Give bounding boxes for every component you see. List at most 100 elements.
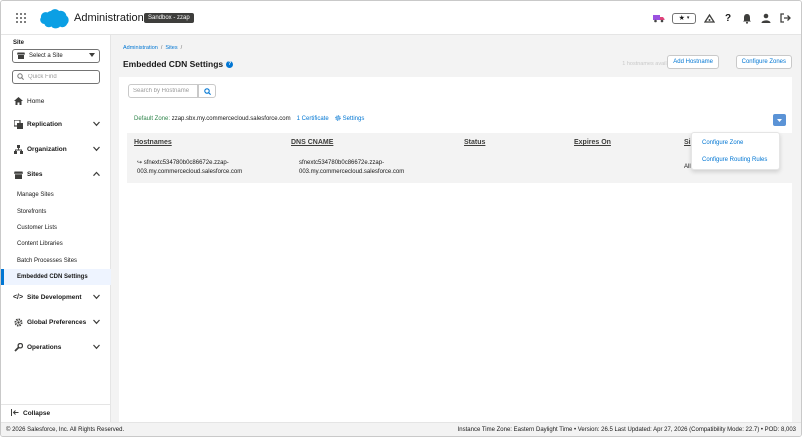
menu-item-configure-zone[interactable]: Configure Zone [702,140,743,146]
site-select-value: Select a Site [29,53,63,59]
wrench-icon [13,343,23,353]
quick-find-field[interactable] [12,70,100,84]
sidebar-item-embedded-cdn-settings[interactable]: Embedded CDN Settings [1,268,111,286]
column-header-site[interactable]: Si [684,139,691,146]
storefront-icon [17,52,25,61]
sidebar-item-operations[interactable]: Operations [1,335,111,360]
sidebar-item-site-development[interactable]: </> Site Development [1,285,111,310]
breadcrumb-separator: / [160,45,163,51]
app-window: Administration Sandbox - zzap ★ ▾ ? Site… [0,0,802,437]
default-zone: Default Zone: zzap.sbx.my.commercecloud.… [134,116,291,122]
sidebar-item-home[interactable]: Home [1,90,111,112]
sidebar-item-replication[interactable]: Replication [1,112,111,137]
collapse-sidebar-button[interactable]: Collapse [1,404,111,422]
chevron-down-icon [89,53,95,59]
sidebar-item-sites[interactable]: Sites [1,162,111,187]
column-header-expires-on[interactable]: Expires On [574,139,611,146]
column-header-hostnames[interactable]: Hostnames [134,139,172,146]
chevron-down-icon [93,344,100,351]
chevron-down-icon [93,146,100,153]
sidebar-nav: Home Replication Organization Sites Mana… [1,90,111,360]
default-zone-label: Default Zone: [134,116,171,122]
sidebar-item-label: Global Preferences [27,319,87,327]
collapse-icon [11,409,19,418]
sidebar-item-label: Home [27,97,45,105]
chevron-up-icon [93,171,100,178]
search-icon [17,72,24,82]
hostname-line-1: sfnextc534780b0c86672e.zzap- [143,160,229,166]
gear-icon [13,318,23,328]
sidebar-item-label: Sites [27,171,43,178]
certificate-link[interactable]: 1 Certificate [297,116,329,122]
main-content: Administration / Sites / Embedded CDN Se… [111,35,801,422]
favorites-button[interactable]: ★ ▾ [672,12,696,24]
home-icon [13,96,23,106]
footer-copyright: © 2026 Salesforce, Inc. All Rights Reser… [6,427,125,433]
chevron-down-icon [93,294,100,301]
gear-icon [334,115,341,123]
chevron-down-icon: ▾ [686,15,690,21]
chevron-down-icon [93,121,100,128]
quick-find-input[interactable] [28,74,98,80]
search-icon [203,87,211,95]
settings-link[interactable]: Settings [334,115,365,123]
sidebar-item-label: Replication [27,121,63,128]
column-header-status[interactable]: Status [464,139,485,146]
sidebar-item-global-preferences[interactable]: Global Preferences [1,310,111,335]
site-select[interactable]: Select a Site [12,49,100,63]
site-label: Site [13,40,25,46]
trailhead-icon[interactable] [703,12,715,24]
global-header: Administration Sandbox - zzap ★ ▾ ? [1,1,801,35]
sidebar-item-content-libraries[interactable]: Content Libraries [1,236,111,252]
storefront-icon [13,170,23,180]
sidebar-item-organization[interactable]: Organization [1,137,111,162]
settings-link-label: Settings [342,116,365,122]
sidebar-item-label: Site Development [27,294,82,302]
delivery-truck-icon[interactable] [653,12,665,24]
help-icon[interactable]: ? [722,12,734,24]
logout-icon[interactable] [779,12,791,24]
table-cell-dns-cname: sfnextc534780b0c86672e.zzap- 003.my.comm… [299,159,404,177]
cdn-settings-card: Default Zone: zzap.sbx.my.commercecloud.… [119,77,792,422]
sidebar: Site Select a Site Home [1,35,111,422]
default-zone-line: Default Zone: zzap.sbx.my.commercecloud.… [134,115,364,123]
table-cell-site: All [684,164,691,170]
header-utility-bar: ★ ▾ ? [653,10,791,26]
app-title: Administration [74,12,144,24]
breadcrumb: Administration / Sites / [123,45,182,51]
replication-icon [13,120,23,130]
footer-instance-info: Instance Time Zone: Eastern Daylight Tim… [457,427,796,433]
breadcrumb-administration[interactable]: Administration [123,45,158,51]
sidebar-item-label: Operations [27,344,62,352]
sandbox-badge: Sandbox - zzap [144,13,194,23]
table-cell-hostname: ↪ sfnextc534780b0c86672e.zzap- 003.my.co… [137,159,242,177]
hostname-search-input[interactable] [133,88,193,94]
footer: © 2026 Salesforce, Inc. All Rights Reser… [1,422,801,436]
chevron-down-icon [93,319,100,326]
organization-icon [13,145,23,155]
zone-actions-menu-button[interactable] [773,114,786,126]
child-row-icon: ↪ [137,160,143,166]
chevron-down-icon [777,118,782,122]
user-profile-icon[interactable] [760,12,772,24]
configure-zones-button[interactable]: Configure Zones [735,55,792,69]
breadcrumb-separator: / [180,45,183,51]
sidebar-item-batch-processes-sites[interactable]: Batch Processes Sites [1,253,111,269]
info-icon[interactable]: ? [226,60,234,68]
menu-item-configure-routing-rules[interactable]: Configure Routing Rules [702,157,767,163]
collapse-label: Collapse [23,410,51,417]
column-header-dns-cname[interactable]: DNS CNAME [291,139,333,146]
cname-line-1: sfnextc534780b0c86672e.zzap- [299,160,385,166]
hostname-search-field[interactable] [128,84,198,98]
sidebar-item-manage-sites[interactable]: Manage Sites [1,187,111,203]
page-title: Embedded CDN Settings ? [123,59,234,69]
sidebar-item-customer-lists[interactable]: Customer Lists [1,220,111,236]
search-button[interactable] [198,84,216,98]
sidebar-item-storefronts[interactable]: Storefronts [1,203,111,219]
app-launcher-icon[interactable] [16,13,26,23]
breadcrumb-sites[interactable]: Sites [165,45,177,51]
page-title-text: Embedded CDN Settings [123,59,224,69]
page-header: Administration / Sites / Embedded CDN Se… [119,41,792,75]
add-hostname-button[interactable]: Add Hostname [667,55,719,69]
notifications-bell-icon[interactable] [741,12,753,24]
